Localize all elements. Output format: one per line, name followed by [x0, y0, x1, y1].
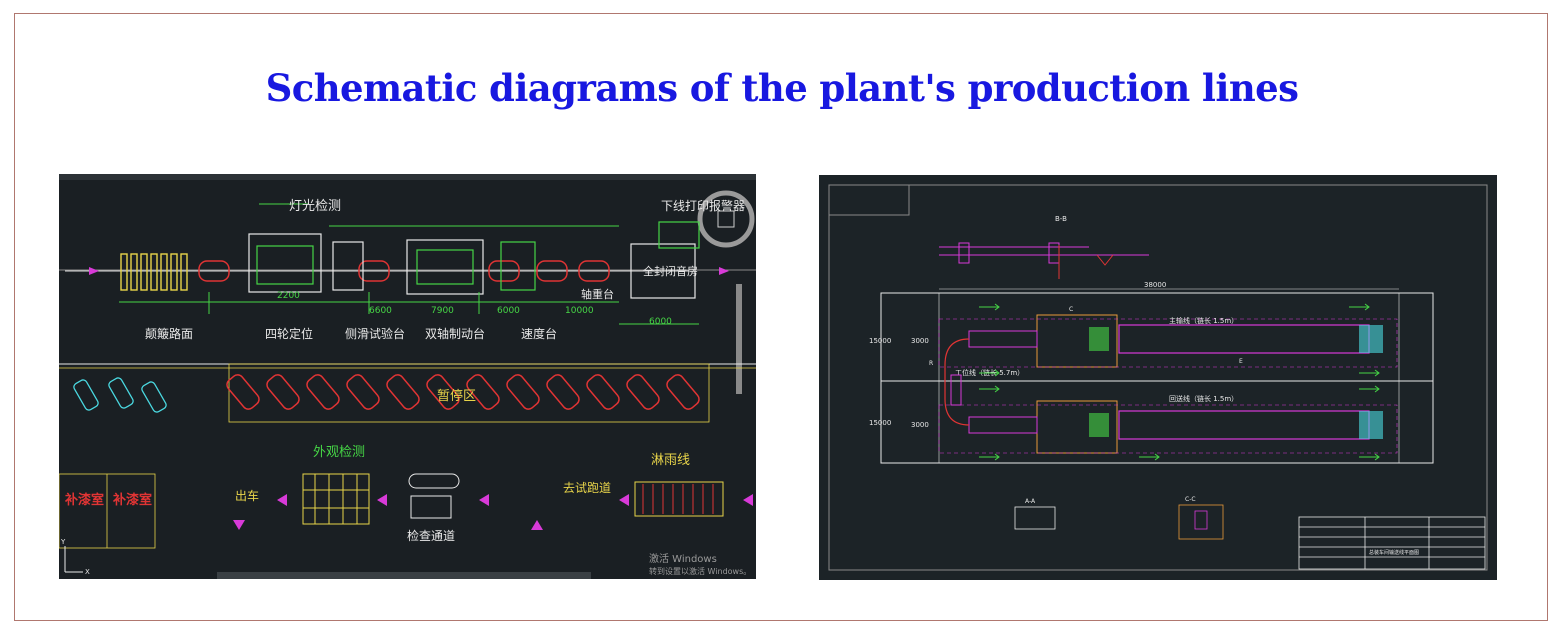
inspection-line-drawing: 灯光检测 下线打印报警器 全封闭音房 轴重台 2200 6600 7900 60…: [59, 174, 756, 579]
inspection-line-svg: 灯光检测 下线打印报警器 全封闭音房 轴重台 2200 6600 7900 60…: [59, 174, 756, 579]
dimension-text: 6000: [649, 317, 672, 327]
station-label-bumpy-road: 颠簸路面: [145, 326, 193, 341]
page-title: Schematic diagrams of the plant's produc…: [265, 66, 1299, 110]
width-dimension: 3000: [911, 421, 929, 429]
conveyor-line-drawing: B-B 38000 15000 3000 15000 3000 主输线（链长 1…: [819, 175, 1497, 580]
top-label-lighting: 灯光检测: [289, 199, 341, 214]
marker-e: E: [1239, 358, 1243, 365]
cyan-car-icons: [73, 377, 167, 413]
station-label-speed: 速度台: [521, 326, 557, 341]
dimension-text: 7900: [431, 306, 454, 316]
elevation-view: [939, 242, 1149, 279]
dimension-text: 6000: [497, 306, 520, 316]
paint-room-label: 补漆室: [112, 492, 152, 508]
direction-arrow-icons: [979, 303, 1380, 461]
lower-conveyor: [938, 400, 1398, 454]
marker-c: C: [1069, 306, 1073, 313]
station-blocks: [248, 221, 700, 299]
station-label-side-slip: 侧滑试验台: [345, 326, 405, 341]
axis-x-label: X: [85, 568, 90, 576]
section-label-aa: A-A: [1025, 498, 1036, 505]
total-length-dimension: 38000: [1144, 281, 1166, 289]
dimension-text: 10000: [565, 306, 594, 316]
return-line-label: 回送线（链长 1.5m）: [1169, 394, 1238, 403]
section-label-bb: B-B: [1055, 215, 1067, 223]
test-track-label: 去试跑道: [563, 480, 611, 495]
width-dimension: 15000: [869, 337, 891, 345]
flow-arrow-icons: [233, 494, 753, 530]
dimension-text: 2200: [277, 291, 300, 301]
conveyor-line-svg: B-B 38000 15000 3000 15000 3000 主输线（链长 1…: [828, 184, 1488, 571]
station-label-wheel-alignment: 四轮定位: [265, 326, 313, 341]
inspection-channel-label: 检查通道: [407, 528, 455, 543]
main-line-label: 主输线（链长 1.5m）: [1169, 316, 1238, 325]
section-label-cc: C-C: [1185, 496, 1196, 503]
bumpy-road: [120, 253, 188, 291]
sound-booth-label: 全封闭音房: [643, 264, 698, 278]
width-dimension: 15000: [869, 419, 891, 427]
appearance-check-label: 外观检测: [313, 445, 365, 460]
axis-y-label: Y: [60, 538, 66, 546]
station-label-brake: 双轴制动台: [425, 326, 485, 341]
windows-watermark: 激活 Windows: [649, 552, 717, 565]
rain-line-label: 淋雨线: [651, 453, 690, 468]
width-dimension: 3000: [911, 337, 929, 345]
title-block-text: 总装车间输送线平面图: [1369, 549, 1419, 556]
waiting-area-label: 暂停区: [437, 388, 476, 404]
top-label-printer: 下线打印报警器: [661, 198, 745, 213]
exit-label: 出车: [235, 488, 259, 503]
upper-conveyor: [938, 314, 1398, 368]
marker-r: R: [929, 360, 933, 367]
dimension-text: 6600: [369, 306, 392, 316]
windows-watermark-sub: 转到设置以激活 Windows。: [649, 566, 751, 576]
axle-scale-label: 轴重台: [581, 287, 614, 301]
paint-room-label: 补漆室: [64, 492, 104, 508]
title-block: [1298, 516, 1486, 570]
